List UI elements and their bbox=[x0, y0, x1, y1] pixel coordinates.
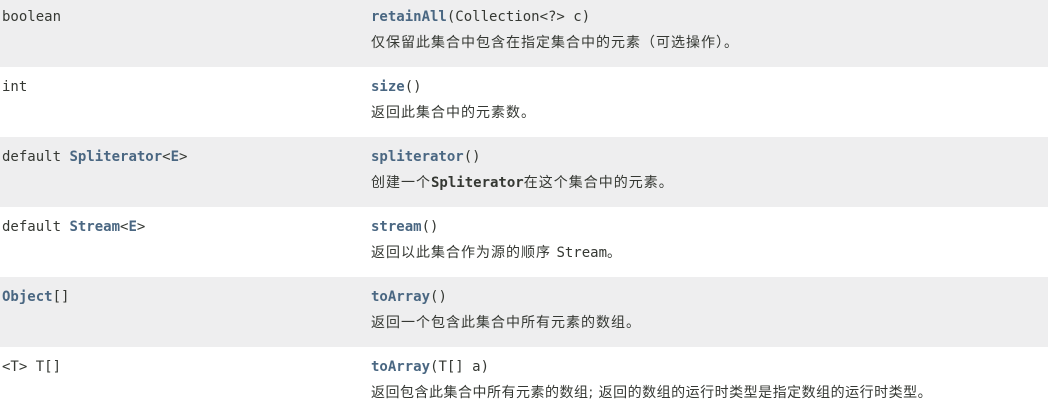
method-params: (Collection<?> c) bbox=[446, 9, 591, 25]
return-type: <T> T[] bbox=[2, 358, 61, 376]
return-type-text: boolean bbox=[2, 9, 62, 25]
method-params: (T[] a) bbox=[430, 359, 490, 375]
table-row: <T> T[] toArray(T[] a) 返回包含此集合中所有元素的数组; … bbox=[0, 347, 1048, 417]
type-angle-close: > bbox=[179, 149, 188, 165]
description-code: Stream bbox=[556, 245, 608, 261]
type-param-link-e[interactable]: E bbox=[128, 219, 136, 235]
method-params: () bbox=[404, 79, 422, 95]
return-type-text: <T> T[] bbox=[2, 359, 62, 375]
return-type: Object[] bbox=[2, 288, 69, 306]
return-type: boolean bbox=[2, 8, 61, 26]
type-link-spliterator[interactable]: Spliterator bbox=[69, 149, 162, 165]
return-type-text: int bbox=[2, 79, 28, 95]
method-params: () bbox=[463, 149, 481, 165]
return-type-prefix: default bbox=[2, 219, 70, 235]
description-text: 在这个集合中的元素。 bbox=[523, 175, 674, 191]
table-row: default Spliterator<E> spliterator() 创建一… bbox=[0, 137, 1048, 207]
method-link-stream[interactable]: stream bbox=[371, 219, 422, 235]
return-type: int bbox=[2, 78, 27, 96]
type-param-link-e[interactable]: E bbox=[171, 149, 179, 165]
method-link-toarray[interactable]: toArray bbox=[371, 289, 430, 305]
description-code: Spliterator bbox=[431, 175, 524, 191]
table-row: boolean retainAll(Collection<?> c) 仅保留此集… bbox=[0, 0, 1048, 67]
method-summary-table: boolean retainAll(Collection<?> c) 仅保留此集… bbox=[0, 0, 1048, 418]
method-link-spliterator[interactable]: spliterator bbox=[371, 149, 464, 165]
method-signature: toArray() bbox=[371, 288, 447, 306]
method-params: () bbox=[421, 219, 439, 235]
method-signature: stream() bbox=[371, 218, 438, 236]
table-row: Object[] toArray() 返回一个包含此集合中所有元素的数组。 bbox=[0, 277, 1048, 347]
return-type-suffix: [] bbox=[52, 289, 70, 305]
type-link-stream[interactable]: Stream bbox=[69, 219, 120, 235]
method-description: 仅保留此集合中包含在指定集合中的元素（可选操作）。 bbox=[371, 35, 739, 51]
type-angle-close: > bbox=[136, 219, 146, 235]
method-params: () bbox=[430, 289, 447, 305]
method-link-toarray-typed[interactable]: toArray bbox=[371, 359, 430, 375]
method-link-retainall[interactable]: retainAll bbox=[371, 9, 447, 25]
method-signature: retainAll(Collection<?> c) bbox=[371, 8, 590, 26]
method-description: 返回包含此集合中所有元素的数组; 返回的数组的运行时类型是指定数组的运行时类型。 bbox=[371, 385, 933, 401]
method-description: 返回一个包含此集合中所有元素的数组。 bbox=[371, 315, 641, 331]
method-link-size[interactable]: size bbox=[371, 79, 405, 95]
return-type-prefix: default bbox=[2, 149, 70, 165]
type-link-object[interactable]: Object bbox=[2, 289, 53, 305]
method-signature: size() bbox=[371, 78, 422, 96]
method-description: 返回此集合中的元素数。 bbox=[371, 105, 536, 121]
method-signature: spliterator() bbox=[371, 148, 481, 166]
description-text: 。 bbox=[607, 245, 623, 261]
table-row: int size() 返回此集合中的元素数。 bbox=[0, 67, 1048, 137]
return-type: default Spliterator<E> bbox=[2, 148, 187, 166]
type-angle-open: < bbox=[162, 149, 171, 165]
method-signature: toArray(T[] a) bbox=[371, 358, 489, 376]
return-type: default Stream<E> bbox=[2, 218, 145, 236]
description-text: 创建一个 bbox=[371, 175, 431, 191]
description-text: 返回以此集合作为源的顺序 bbox=[371, 245, 557, 261]
table-row: default Stream<E> stream() 返回以此集合作为源的顺序 … bbox=[0, 207, 1048, 277]
method-description: 返回以此集合作为源的顺序 Stream。 bbox=[371, 244, 622, 262]
method-description: 创建一个Spliterator在这个集合中的元素。 bbox=[371, 174, 674, 192]
